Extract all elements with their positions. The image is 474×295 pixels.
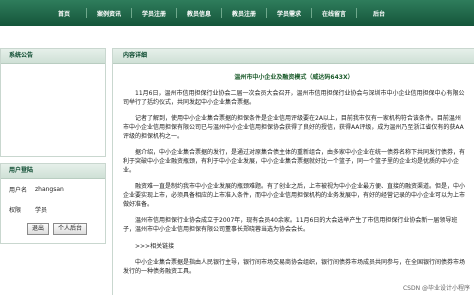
watermark-text: CSDN @毕业设计小程序: [402, 283, 470, 292]
article-paragraph: 温州市信用担保行业协会成立于2007年，现有会员40余家。11月6日的大会选举产…: [123, 217, 458, 233]
nav-divider: [311, 8, 312, 18]
nav-item-student-register[interactable]: 学员注册: [134, 9, 174, 18]
article-paragraph: 11月6日，温州市信用担保行业协会二届一次会员大会召开，温州市信用担保行业协会与…: [123, 90, 465, 106]
nav-item-news[interactable]: 案例资讯: [89, 9, 129, 18]
nav-item-teacher-register[interactable]: 教员注册: [224, 9, 264, 18]
nav-item-teacher-info[interactable]: 教员信息: [179, 9, 219, 18]
username-row: 用户名 zhangsan: [1, 179, 105, 199]
article-title: 温州市中小企业及融资模式（威达码643X）: [234, 74, 354, 81]
nav-divider: [221, 8, 222, 18]
main-nav: 首页 案例资讯 学员注册 教员信息 教员注册 学员需求 在线留言 后台: [44, 7, 399, 19]
top-navigation-bar: 首页 案例资讯 学员注册 教员信息 教员注册 学员需求 在线留言 后台: [0, 0, 474, 26]
logout-button[interactable]: 退出: [27, 223, 50, 235]
article-paragraph: 融资难一直是制约我市中小企业发展的瓶颈难题。有了创业之后，上市被视为中小企业最方…: [123, 183, 466, 208]
nav-divider: [356, 8, 357, 18]
notice-panel: 系统公告: [0, 48, 106, 157]
content-panel: 内容详细 温州市中小企业及融资模式（威达码643X） 11月6日，温州市信用担保…: [112, 48, 474, 295]
nav-divider: [131, 8, 132, 18]
article-paragraph: 记者了解到，使用中小企业集合票据的担保条件是企业信用评级要在2A以上，目前我市仅…: [123, 115, 464, 140]
related-links-label[interactable]: >>>相关链接: [135, 241, 465, 250]
role-row: 权限 学员: [1, 199, 105, 219]
content-panel-title: 内容详细: [113, 49, 474, 64]
login-panel: 用户登陆 用户名 zhangsan 权限 学员 退出 个人后台: [0, 163, 106, 244]
nav-divider: [176, 8, 177, 18]
nav-item-student-demand[interactable]: 学员需求: [269, 9, 309, 18]
login-panel-title: 用户登陆: [1, 164, 105, 179]
article-paragraph: 据介绍，中小企业集合票据的发行，是通过对原集合债主体的重新组合，由多家中小企业在…: [123, 149, 466, 174]
role-value: 学员: [35, 206, 48, 214]
nav-divider: [86, 8, 87, 18]
profile-button[interactable]: 个人后台: [53, 223, 88, 235]
article: 温州市中小企业及融资模式（威达码643X） 11月6日，温州市信用担保行业协会二…: [113, 64, 474, 276]
nav-item-home[interactable]: 首页: [44, 9, 84, 18]
related-paragraph: 中小企业集合票据是指由人民银行主导，银行间市场交易商协会组织，银行间债券市场成员…: [123, 259, 466, 275]
sidebar: 系统公告 用户登陆 用户名 zhangsan 权限 学员 退出 个人后台: [0, 48, 106, 244]
notice-panel-body: [1, 64, 105, 156]
nav-divider: [266, 8, 267, 18]
login-actions: 退出 个人后台: [1, 219, 105, 243]
notice-panel-title: 系统公告: [1, 49, 105, 64]
username-label: 用户名: [9, 186, 28, 194]
nav-item-admin[interactable]: 后台: [359, 9, 399, 18]
username-value: zhangsan: [35, 185, 64, 193]
role-label: 权限: [9, 206, 22, 214]
nav-item-message[interactable]: 在线留言: [314, 9, 354, 18]
